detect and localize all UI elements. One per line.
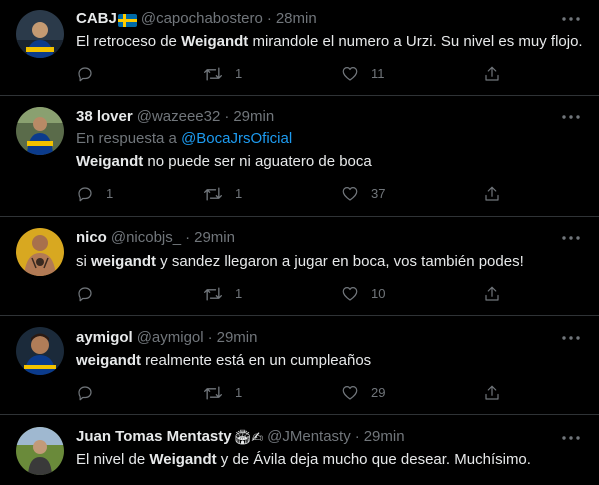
man-outdoors-avatar[interactable] xyxy=(16,427,64,475)
like-button[interactable]: 37 xyxy=(341,184,385,204)
separator-dot: · xyxy=(185,229,191,246)
like-icon xyxy=(341,285,359,303)
timestamp[interactable]: 29min xyxy=(364,427,405,447)
more-dots-icon[interactable] xyxy=(561,9,581,29)
share-icon xyxy=(483,65,501,83)
separator-dot: · xyxy=(354,428,360,445)
reply-to-link[interactable]: @BocaJrsOficial xyxy=(181,130,292,147)
more-dots-icon[interactable] xyxy=(561,228,581,248)
display-name[interactable]: aymigol xyxy=(76,328,133,348)
retweet-button[interactable]: 1 xyxy=(203,284,242,304)
user-handle[interactable]: @capochabostero xyxy=(141,9,263,29)
like-count: 37 xyxy=(371,186,386,201)
share-icon xyxy=(483,185,501,203)
share-button[interactable] xyxy=(483,184,501,204)
retweet-icon xyxy=(203,384,223,402)
share-button[interactable] xyxy=(483,383,501,403)
user-handle[interactable]: @JMentasty xyxy=(267,427,351,447)
reply-icon xyxy=(76,185,94,203)
user-handle[interactable]: @wazeee32 xyxy=(137,107,221,127)
tattooed-person-avatar[interactable] xyxy=(16,228,64,276)
tweet-actions: 1 1 37 xyxy=(66,184,586,204)
display-name[interactable]: nico xyxy=(76,228,107,248)
like-button[interactable]: 11 xyxy=(341,64,385,84)
retweet-count: 1 xyxy=(235,186,243,201)
timestamp[interactable]: 28min xyxy=(276,9,317,29)
retweet-icon xyxy=(203,285,223,303)
tweet-text: El retroceso de Weigandt mirandole el nu… xyxy=(76,33,583,50)
retweet-icon xyxy=(203,65,223,83)
tweet[interactable]: nico @nicobjs_ · 29min si weigandt y san… xyxy=(0,217,599,316)
like-icon xyxy=(341,65,359,83)
boca-player-avatar[interactable] xyxy=(16,107,64,155)
reply-button[interactable]: 1 xyxy=(76,184,113,204)
separator-dot: · xyxy=(207,329,213,346)
timestamp[interactable]: 29min xyxy=(217,328,258,348)
tweet[interactable]: CABJ @capochabostero · 28min El retroces… xyxy=(0,0,599,96)
separator-dot: · xyxy=(266,10,272,27)
like-count: 11 xyxy=(371,66,385,81)
more-dots-icon[interactable] xyxy=(561,328,581,348)
like-count: 10 xyxy=(371,286,386,301)
retweet-count: 1 xyxy=(235,286,243,301)
like-icon xyxy=(341,384,359,402)
share-icon xyxy=(483,285,501,303)
tweet-actions: 1 10 xyxy=(66,284,586,304)
like-button[interactable]: 10 xyxy=(341,284,385,304)
tweet-actions: 1 11 xyxy=(66,64,586,84)
tweet[interactable]: Juan Tomas Mentasty 🏟✍ @JMentasty · 29mi… xyxy=(0,415,599,485)
more-dots-icon[interactable] xyxy=(561,428,581,448)
reply-button[interactable] xyxy=(76,64,106,84)
timestamp[interactable]: 29min xyxy=(233,107,274,127)
share-button[interactable] xyxy=(483,64,501,84)
tweet-text: El nivel de Weigandt y de Ávila deja muc… xyxy=(76,451,531,468)
like-icon xyxy=(341,185,359,203)
player-portrait-avatar[interactable] xyxy=(16,327,64,375)
tweet-text: Weigandt no puede ser ni aguatero de boc… xyxy=(76,153,372,170)
share-button[interactable] xyxy=(483,284,501,304)
timestamp[interactable]: 29min xyxy=(194,228,235,248)
more-dots-icon[interactable] xyxy=(561,107,581,127)
reply-prefix: En respuesta a xyxy=(76,130,182,147)
boca-player-avatar[interactable] xyxy=(16,10,64,58)
share-icon xyxy=(483,384,501,402)
retweet-button[interactable]: 1 xyxy=(203,64,242,84)
display-name[interactable]: Juan Tomas Mentasty xyxy=(76,427,232,447)
retweet-icon xyxy=(203,185,223,203)
like-count: 29 xyxy=(371,385,386,400)
like-button[interactable]: 29 xyxy=(341,383,385,403)
display-name[interactable]: 38 lover xyxy=(76,107,133,127)
retweet-button[interactable]: 1 xyxy=(203,383,242,403)
name-emoji: 🏟✍ xyxy=(233,429,264,445)
tweet[interactable]: aymigol @aymigol · 29min weigandt realme… xyxy=(0,316,599,415)
separator-dot: · xyxy=(224,108,230,125)
sweden-flag-icon xyxy=(117,13,137,27)
retweet-button[interactable]: 1 xyxy=(203,184,242,204)
tweet[interactable]: 38 lover @wazeee32 · 29min En respuesta … xyxy=(0,96,599,217)
retweet-count: 1 xyxy=(235,385,243,400)
tweet-text: si weigandt y sandez llegaron a jugar en… xyxy=(76,253,524,270)
retweet-count: 1 xyxy=(235,66,243,81)
tweet-text: weigandt realmente está en un cumpleaños xyxy=(76,352,372,369)
user-handle[interactable]: @nicobjs_ xyxy=(111,228,181,248)
tweet-actions: 1 29 xyxy=(66,383,586,403)
user-handle[interactable]: @aymigol xyxy=(137,328,204,348)
display-name[interactable]: CABJ xyxy=(76,9,117,29)
reply-button[interactable] xyxy=(76,284,106,304)
reply-context: En respuesta a @BocaJrsOficial xyxy=(76,129,292,149)
reply-icon xyxy=(76,65,94,83)
reply-icon xyxy=(76,384,94,402)
reply-button[interactable] xyxy=(76,383,106,403)
reply-icon xyxy=(76,285,94,303)
tweet-feed: CABJ @capochabostero · 28min El retroces… xyxy=(0,0,599,485)
reply-count: 1 xyxy=(106,186,114,201)
